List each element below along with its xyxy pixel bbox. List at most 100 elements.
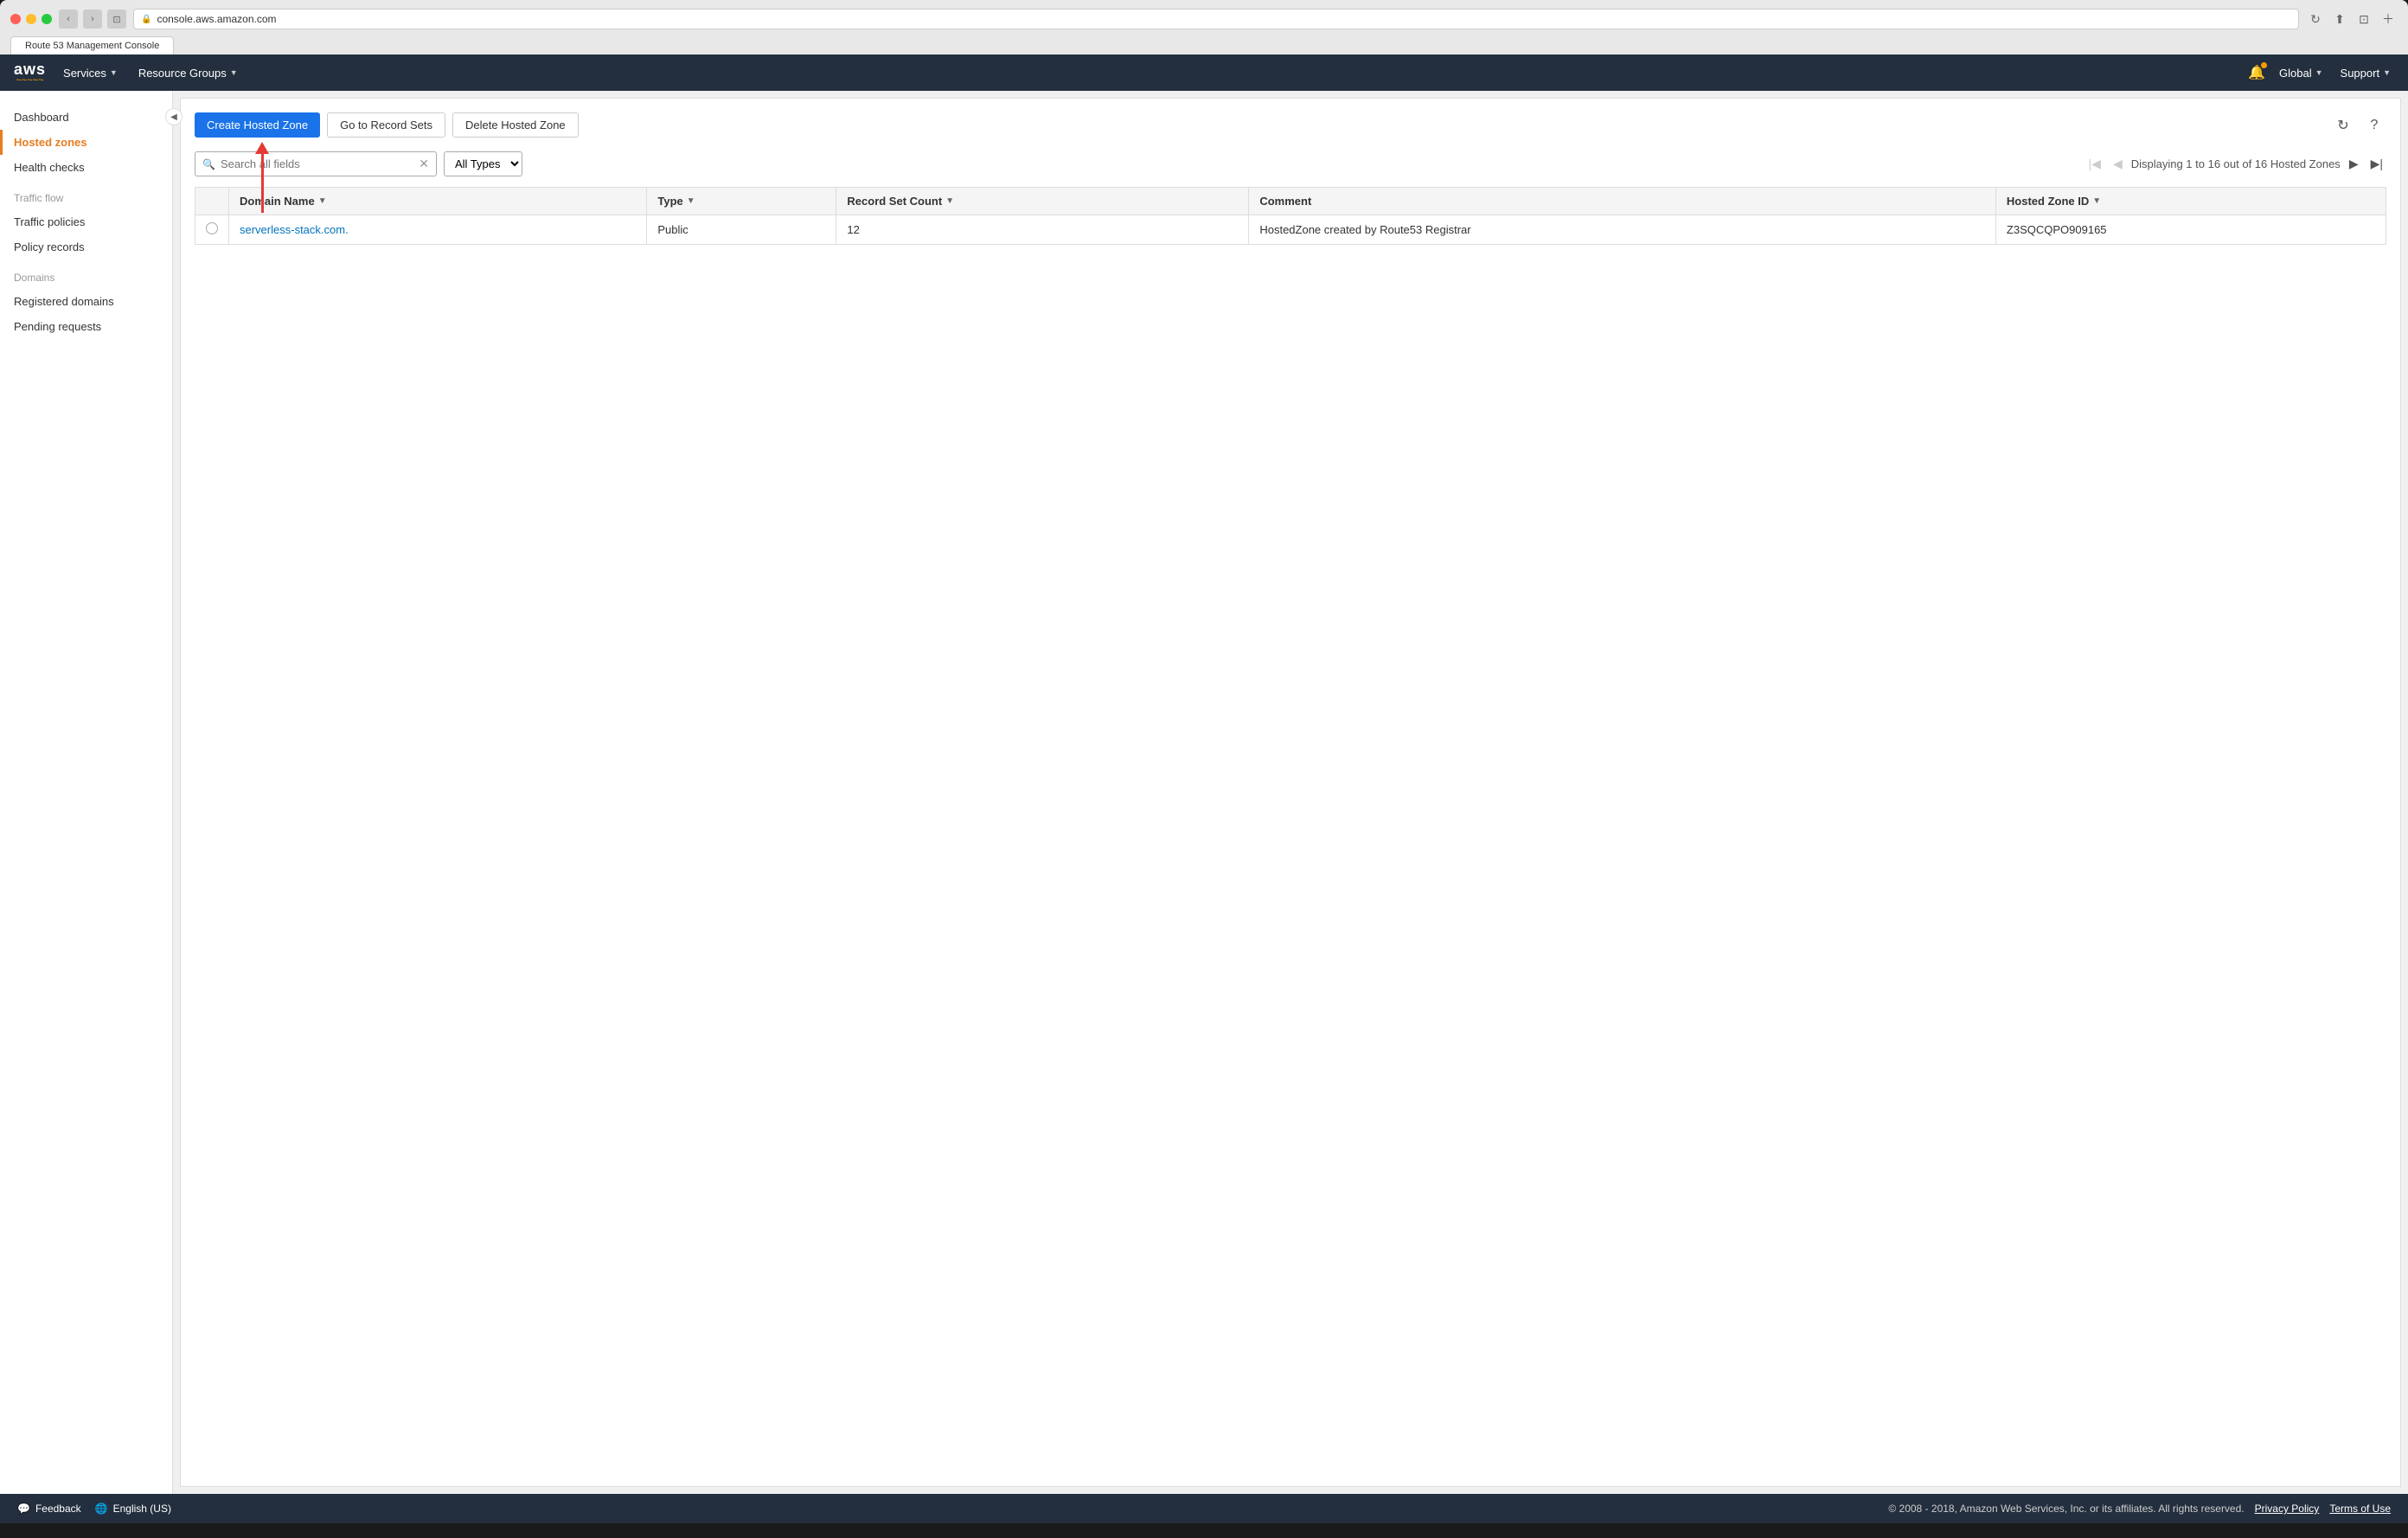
copyright-text: © 2008 - 2018, Amazon Web Services, Inc.… <box>1888 1503 2244 1515</box>
aws-logo[interactable]: aws ~~~~~ <box>14 61 46 86</box>
browser-actions: ↻ ⬆ ⊡ ＋ <box>2306 10 2398 29</box>
help-button[interactable]: ? <box>2362 113 2386 138</box>
domain-name-link[interactable]: serverless-stack.com. <box>240 223 349 236</box>
row-radio[interactable] <box>206 222 218 234</box>
fullscreen-button[interactable]: ⊡ <box>2354 10 2373 29</box>
first-page-button[interactable]: |◀ <box>2085 155 2104 173</box>
domain-name-sort[interactable]: Domain Name ▼ <box>240 195 327 208</box>
refresh-button[interactable]: ↻ <box>2306 10 2325 29</box>
forward-button[interactable]: › <box>83 10 102 29</box>
services-label: Services <box>63 67 106 80</box>
type-cell: Public <box>647 215 836 245</box>
minimize-dot[interactable] <box>26 14 36 24</box>
domain-name-label: Domain Name <box>240 195 315 208</box>
lock-icon: 🔒 <box>141 15 151 24</box>
sidebar-item-registered-domains[interactable]: Registered domains <box>0 289 172 314</box>
feedback-button[interactable]: 💬 Feedback <box>17 1503 81 1515</box>
global-chevron: ▼ <box>2315 68 2323 77</box>
hosted-zone-id-sort[interactable]: Hosted Zone ID ▼ <box>2007 195 2101 208</box>
browser-chrome: ‹ › ⊡ 🔒 console.aws.amazon.com ↻ ⬆ ⊡ ＋ R… <box>0 0 2408 54</box>
browser-nav: ‹ › ⊡ <box>59 10 126 29</box>
global-label: Global <box>2279 67 2312 80</box>
create-hosted-zone-button[interactable]: Create Hosted Zone <box>195 112 320 138</box>
last-page-button[interactable]: ▶| <box>2367 155 2386 173</box>
feedback-icon: 💬 <box>17 1503 30 1515</box>
table-row[interactable]: serverless-stack.com. Public 12 HostedZo… <box>195 215 2386 245</box>
delete-hosted-zone-button[interactable]: Delete Hosted Zone <box>452 112 579 138</box>
back-button[interactable]: ‹ <box>59 10 78 29</box>
sidebar-item-hosted-zones[interactable]: Hosted zones <box>0 130 172 155</box>
url-text: console.aws.amazon.com <box>157 13 276 25</box>
search-input[interactable] <box>221 157 413 170</box>
feedback-label: Feedback <box>35 1503 81 1515</box>
topnav-right: 🔔 Global ▼ Support ▼ <box>2248 64 2394 81</box>
global-nav[interactable]: Global ▼ <box>2276 67 2327 80</box>
browser-dots <box>10 14 52 24</box>
sidebar-collapse-button[interactable]: ◀ <box>165 108 183 125</box>
th-domain-name[interactable]: Domain Name ▼ <box>229 188 647 215</box>
active-tab[interactable]: Route 53 Management Console <box>10 36 174 54</box>
main-content: Create Hosted Zone Go to Record Sets Del… <box>180 98 2401 1487</box>
traffic-flow-section-header: Traffic flow <box>0 180 172 209</box>
search-filter-row: 🔍 ✕ All Types |◀ ◀ Displaying 1 to 16 ou… <box>195 151 2386 176</box>
sidebar-item-pending-requests[interactable]: Pending requests <box>0 314 172 339</box>
language-selector[interactable]: 🌐 English (US) <box>95 1503 171 1515</box>
new-tab-button[interactable]: ＋ <box>2379 10 2398 29</box>
content-area: ◀ Dashboard Hosted zones Health checks T… <box>0 91 2408 1494</box>
address-bar[interactable]: 🔒 console.aws.amazon.com <box>133 9 2299 29</box>
hosted-zone-id-label: Hosted Zone ID <box>2007 195 2089 208</box>
reader-button[interactable]: ⊡ <box>107 10 126 29</box>
pagination-info: |◀ ◀ Displaying 1 to 16 out of 16 Hosted… <box>2085 155 2386 173</box>
aws-smile: ~~~~~ <box>16 75 43 86</box>
footer-left: 💬 Feedback 🌐 English (US) <box>17 1503 171 1515</box>
comment-cell: HostedZone created by Route53 Registrar <box>1249 215 1996 245</box>
search-box: 🔍 ✕ <box>195 151 437 176</box>
domain-name-cell: serverless-stack.com. <box>229 215 647 245</box>
close-dot[interactable] <box>10 14 21 24</box>
notification-badge <box>2261 62 2267 68</box>
domains-section-header: Domains <box>0 260 172 289</box>
sidebar-item-traffic-policies[interactable]: Traffic policies <box>0 209 172 234</box>
type-sort[interactable]: Type ▼ <box>657 195 695 208</box>
type-label: Type <box>657 195 682 208</box>
support-nav[interactable]: Support ▼ <box>2337 67 2394 80</box>
prev-page-button[interactable]: ◀ <box>2110 155 2126 173</box>
support-label: Support <box>2341 67 2380 80</box>
aws-topnav: aws ~~~~~ Services ▼ Resource Groups ▼ 🔔… <box>0 54 2408 91</box>
maximize-dot[interactable] <box>42 14 52 24</box>
resource-groups-nav[interactable]: Resource Groups ▼ <box>135 67 241 80</box>
app-window: aws ~~~~~ Services ▼ Resource Groups ▼ 🔔… <box>0 54 2408 1523</box>
record-set-count-cell: 12 <box>836 215 1249 245</box>
header-row: Domain Name ▼ Type ▼ <box>195 188 2386 215</box>
th-hosted-zone-id[interactable]: Hosted Zone ID ▼ <box>1995 188 2386 215</box>
type-filter-select[interactable]: All Types <box>444 151 522 176</box>
th-record-set-count[interactable]: Record Set Count ▼ <box>836 188 1249 215</box>
privacy-policy-link[interactable]: Privacy Policy <box>2255 1503 2320 1515</box>
table-container: Domain Name ▼ Type ▼ <box>195 187 2386 245</box>
refresh-table-button[interactable]: ↻ <box>2331 113 2355 138</box>
services-nav[interactable]: Services ▼ <box>60 67 121 80</box>
type-sort-icon: ▼ <box>687 196 695 206</box>
sidebar-item-dashboard[interactable]: Dashboard <box>0 105 172 130</box>
sidebar: ◀ Dashboard Hosted zones Health checks T… <box>0 91 173 1494</box>
th-type[interactable]: Type ▼ <box>647 188 836 215</box>
language-label: English (US) <box>113 1503 171 1515</box>
sidebar-item-health-checks[interactable]: Health checks <box>0 155 172 180</box>
globe-icon: 🌐 <box>95 1503 108 1515</box>
sidebar-item-policy-records[interactable]: Policy records <box>0 234 172 260</box>
search-clear-icon[interactable]: ✕ <box>419 157 429 171</box>
share-button[interactable]: ⬆ <box>2330 10 2349 29</box>
footer-right: © 2008 - 2018, Amazon Web Services, Inc.… <box>1888 1503 2391 1515</box>
th-select <box>195 188 229 215</box>
record-set-count-label: Record Set Count <box>847 195 942 208</box>
browser-tabs: Route 53 Management Console <box>10 36 2398 54</box>
resource-groups-label: Resource Groups <box>138 67 227 80</box>
row-select-cell[interactable] <box>195 215 229 245</box>
goto-record-sets-button[interactable]: Go to Record Sets <box>327 112 445 138</box>
table-body: serverless-stack.com. Public 12 HostedZo… <box>195 215 2386 245</box>
search-icon: 🔍 <box>202 158 215 170</box>
terms-of-use-link[interactable]: Terms of Use <box>2329 1503 2391 1515</box>
notifications-button[interactable]: 🔔 <box>2248 64 2265 81</box>
record-set-count-sort[interactable]: Record Set Count ▼ <box>847 195 954 208</box>
next-page-button[interactable]: ▶ <box>2346 155 2362 173</box>
